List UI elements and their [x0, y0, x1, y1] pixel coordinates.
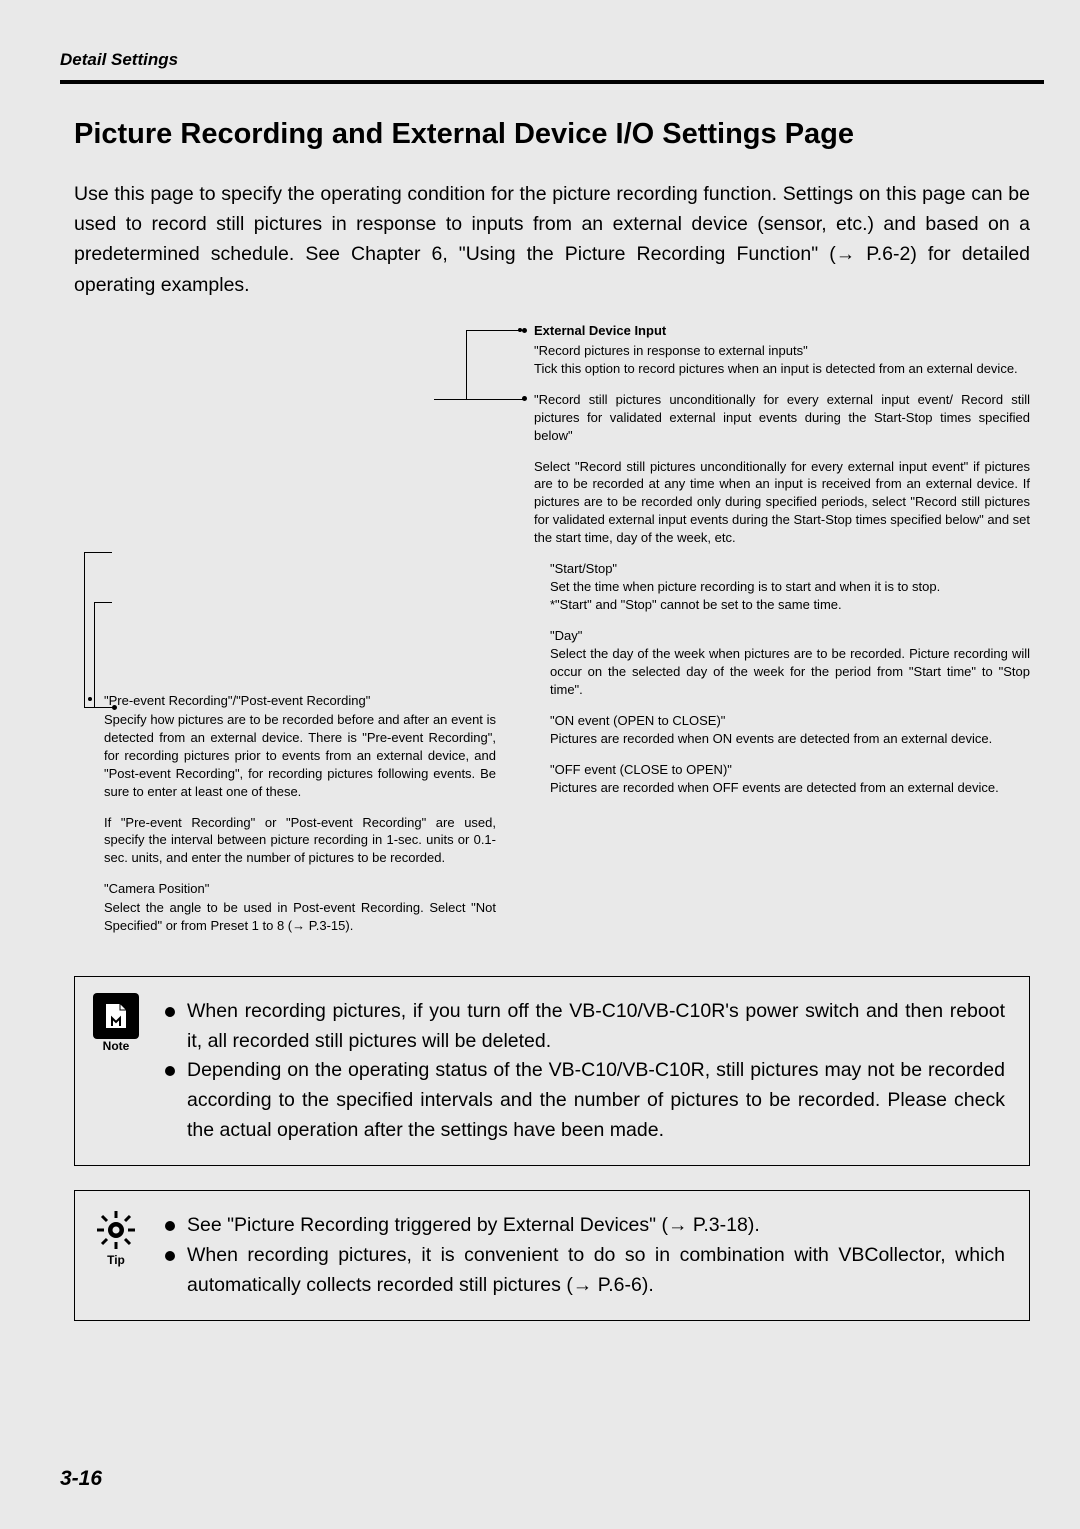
screenshot-placeholder — [84, 322, 434, 692]
tip-box: Tip See "Picture Recording triggered by … — [74, 1190, 1030, 1321]
off-event-body: Pictures are recorded when OFF events ar… — [550, 780, 999, 795]
note-box: Note When recording pictures, if you tur… — [74, 976, 1030, 1166]
intro-paragraph: Use this page to specify the operating c… — [74, 179, 1030, 300]
camera-position-desc: Select the angle to be used in Post-even… — [104, 899, 496, 935]
pre-post-heading: "Pre-event Recording"/"Post-event Record… — [104, 693, 370, 708]
note-icon — [93, 993, 139, 1039]
start-stop-heading: "Start/Stop" — [550, 561, 617, 576]
note-icon-label: Note — [93, 1039, 139, 1053]
day-heading: "Day" — [550, 628, 582, 643]
record-response-label: "Record pictures in response to external… — [534, 343, 808, 358]
breadcrumb: Detail Settings — [60, 50, 178, 69]
record-options-label: "Record still pictures unconditionally f… — [534, 391, 1030, 445]
tip-item: When recording pictures, it is convenien… — [165, 1241, 1005, 1300]
note-item: When recording pictures, if you turn off… — [165, 997, 1005, 1056]
record-options-desc: Select "Record still pictures unconditio… — [534, 458, 1030, 548]
pre-post-desc: Specify how pictures are to be recorded … — [104, 711, 496, 801]
start-stop-body: Set the time when picture recording is t… — [550, 579, 940, 594]
pre-post-interval: If "Pre-event Recording" or "Post-event … — [104, 814, 496, 868]
day-body: Select the day of the week when pictures… — [550, 646, 1030, 697]
start-stop-note: *"Start" and "Stop" cannot be set to the… — [550, 597, 842, 612]
page-title: Picture Recording and External Device I/… — [74, 118, 1030, 151]
external-input-heading: External Device Input — [534, 322, 1030, 340]
tip-icon-label: Tip — [93, 1253, 139, 1267]
on-event-body: Pictures are recorded when ON events are… — [550, 731, 992, 746]
off-event-heading: "OFF event (CLOSE to OPEN)" — [550, 762, 732, 777]
note-item: Depending on the operating status of the… — [165, 1056, 1005, 1145]
tip-icon — [93, 1207, 139, 1253]
page-number: 3-16 — [60, 1467, 102, 1491]
tip-item: See "Picture Recording triggered by Exte… — [165, 1211, 1005, 1241]
on-event-heading: "ON event (OPEN to CLOSE)" — [550, 713, 725, 728]
record-response-desc: Tick this option to record pictures when… — [534, 361, 1018, 376]
camera-position-heading: "Camera Position" — [104, 880, 496, 898]
